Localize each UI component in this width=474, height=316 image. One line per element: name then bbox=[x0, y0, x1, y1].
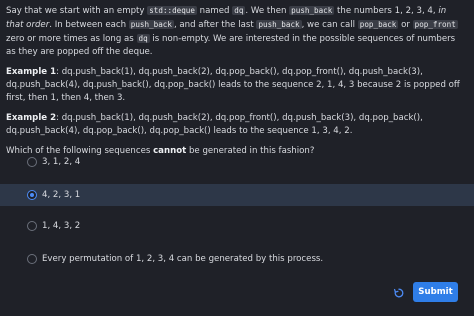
code-pop-back: pop_back bbox=[357, 20, 399, 29]
example-1: Example 1: dq.push_back(1), dq.push_back… bbox=[6, 66, 464, 105]
answer-option-4[interactable]: Every permutation of 1, 2, 3, 4 can be g… bbox=[0, 248, 474, 270]
intro-text: named bbox=[196, 6, 233, 16]
problem-description: Say that we start with an empty std::deq… bbox=[6, 4, 464, 59]
example-2-text: : dq.push_back(1), dq.push_back(2), dq.p… bbox=[6, 113, 423, 136]
submit-button[interactable]: Submit bbox=[413, 282, 458, 302]
example-2-label: Example 2 bbox=[6, 113, 57, 123]
intro-text: zero or more times as long as bbox=[6, 34, 137, 44]
code-dq: dq bbox=[232, 6, 246, 15]
answer-option-label: 1, 4, 3, 2 bbox=[42, 220, 81, 231]
answer-option-label: 3, 1, 2, 4 bbox=[42, 156, 81, 167]
radio-button[interactable] bbox=[27, 254, 37, 264]
intro-text: Say that we start with an empty bbox=[6, 6, 148, 16]
intro-text: the numbers 1, 2, 3, 4, bbox=[334, 6, 439, 16]
code-push-back: push_back bbox=[256, 20, 302, 29]
intro-text: or bbox=[398, 20, 413, 30]
code-std-deque: std::deque bbox=[147, 6, 197, 15]
answer-option-3[interactable]: 1, 4, 3, 2 bbox=[0, 215, 474, 237]
reset-icon-glyph bbox=[393, 288, 404, 298]
code-pop-front: pop_front bbox=[412, 20, 458, 29]
intro-text: . We then bbox=[245, 6, 290, 16]
answer-option-1[interactable]: 3, 1, 2, 4 bbox=[0, 151, 474, 173]
radio-button-selected[interactable] bbox=[27, 190, 37, 200]
intro-text: , we can call bbox=[301, 20, 358, 30]
code-push-back: push_back bbox=[128, 20, 174, 29]
example-2: Example 2: dq.push_back(1), dq.push_back… bbox=[6, 112, 464, 138]
answer-option-label: 4, 2, 3, 1 bbox=[42, 189, 81, 200]
example-1-label: Example 1 bbox=[6, 67, 57, 77]
intro-text: . In between each bbox=[49, 20, 129, 30]
radio-button[interactable] bbox=[27, 221, 37, 231]
answer-option-2[interactable]: 4, 2, 3, 1 bbox=[0, 184, 474, 206]
answer-option-label: Every permutation of 1, 2, 3, 4 can be g… bbox=[42, 253, 324, 264]
radio-button[interactable] bbox=[27, 157, 37, 167]
intro-text: , and after the last bbox=[173, 20, 257, 30]
question-panel: Say that we start with an empty std::deq… bbox=[6, 4, 464, 158]
reset-icon[interactable] bbox=[392, 286, 406, 300]
example-1-text: : dq.push_back(1), dq.push_back(2), dq.p… bbox=[6, 67, 460, 103]
code-dq: dq bbox=[136, 34, 150, 43]
code-push-back: push_back bbox=[289, 6, 335, 15]
